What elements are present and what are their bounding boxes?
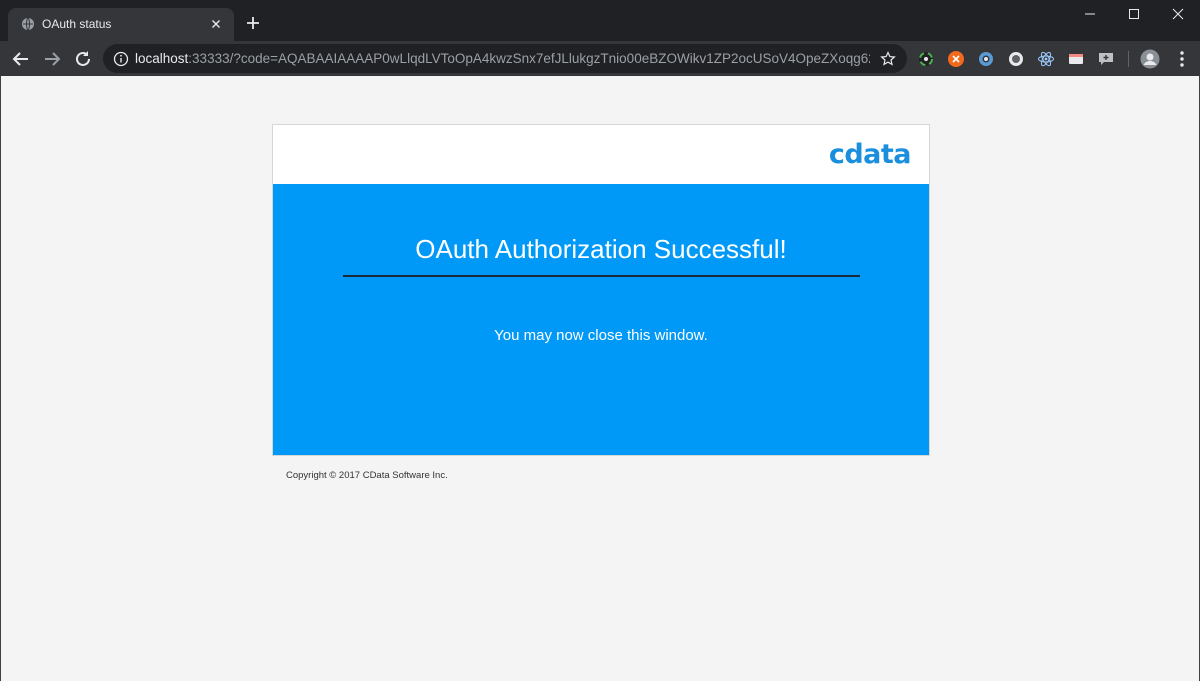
tab-strip: OAuth status xyxy=(0,0,1200,41)
page-viewport: cdata OAuth Authorization Successful! Yo… xyxy=(0,76,1200,681)
forward-arrow-icon[interactable] xyxy=(40,47,64,71)
info-icon[interactable] xyxy=(113,51,129,67)
menu-icon[interactable] xyxy=(1170,47,1194,71)
url-path: :33333/?code=AQABAAIAAAAP0wLlqdLVToOpA4k… xyxy=(188,51,870,66)
copyright-text: Copyright © 2017 CData Software Inc. xyxy=(286,470,448,481)
chat-plus-icon[interactable] xyxy=(1097,50,1115,68)
address-bar[interactable]: localhost:33333/?code=AQABAAIAAAAP0wLlqd… xyxy=(103,44,907,73)
title-divider xyxy=(343,275,860,277)
close-icon[interactable] xyxy=(1156,4,1200,26)
cdata-logo: cdata xyxy=(828,139,912,170)
toolbar-divider xyxy=(1128,51,1129,67)
back-arrow-icon[interactable] xyxy=(9,47,33,71)
browser-toolbar: localhost:33333/?code=AQABAAIAAAAP0wLlqd… xyxy=(0,41,1200,76)
plus-icon[interactable] xyxy=(244,14,262,32)
oauth-card: cdata OAuth Authorization Successful! Yo… xyxy=(272,124,930,456)
color-picker-icon[interactable] xyxy=(917,50,935,68)
record-icon[interactable] xyxy=(1007,50,1025,68)
star-icon[interactable] xyxy=(879,50,897,68)
reload-icon[interactable] xyxy=(71,47,95,71)
page-title: OAuth Authorization Successful! xyxy=(415,234,787,264)
ublock-icon[interactable] xyxy=(947,50,965,68)
avatar-icon[interactable] xyxy=(1140,49,1160,69)
react-icon[interactable] xyxy=(1037,50,1055,68)
extension-ring-icon[interactable] xyxy=(977,50,995,68)
status-message: You may now close this window. xyxy=(494,327,708,344)
card-body: OAuth Authorization Successful! You may … xyxy=(273,184,929,455)
url-text[interactable]: localhost:33333/?code=AQABAAIAAAAP0wLlqd… xyxy=(135,51,870,66)
tab-title: OAuth status xyxy=(42,17,112,31)
maximize-icon[interactable] xyxy=(1112,4,1156,26)
card-header: cdata xyxy=(273,125,929,184)
globe-icon xyxy=(21,17,35,31)
browser-tab[interactable]: OAuth status xyxy=(8,8,234,41)
window-icon[interactable] xyxy=(1067,50,1085,68)
url-host: localhost xyxy=(135,51,189,66)
close-icon[interactable] xyxy=(208,16,224,32)
minimize-icon[interactable] xyxy=(1068,4,1112,26)
